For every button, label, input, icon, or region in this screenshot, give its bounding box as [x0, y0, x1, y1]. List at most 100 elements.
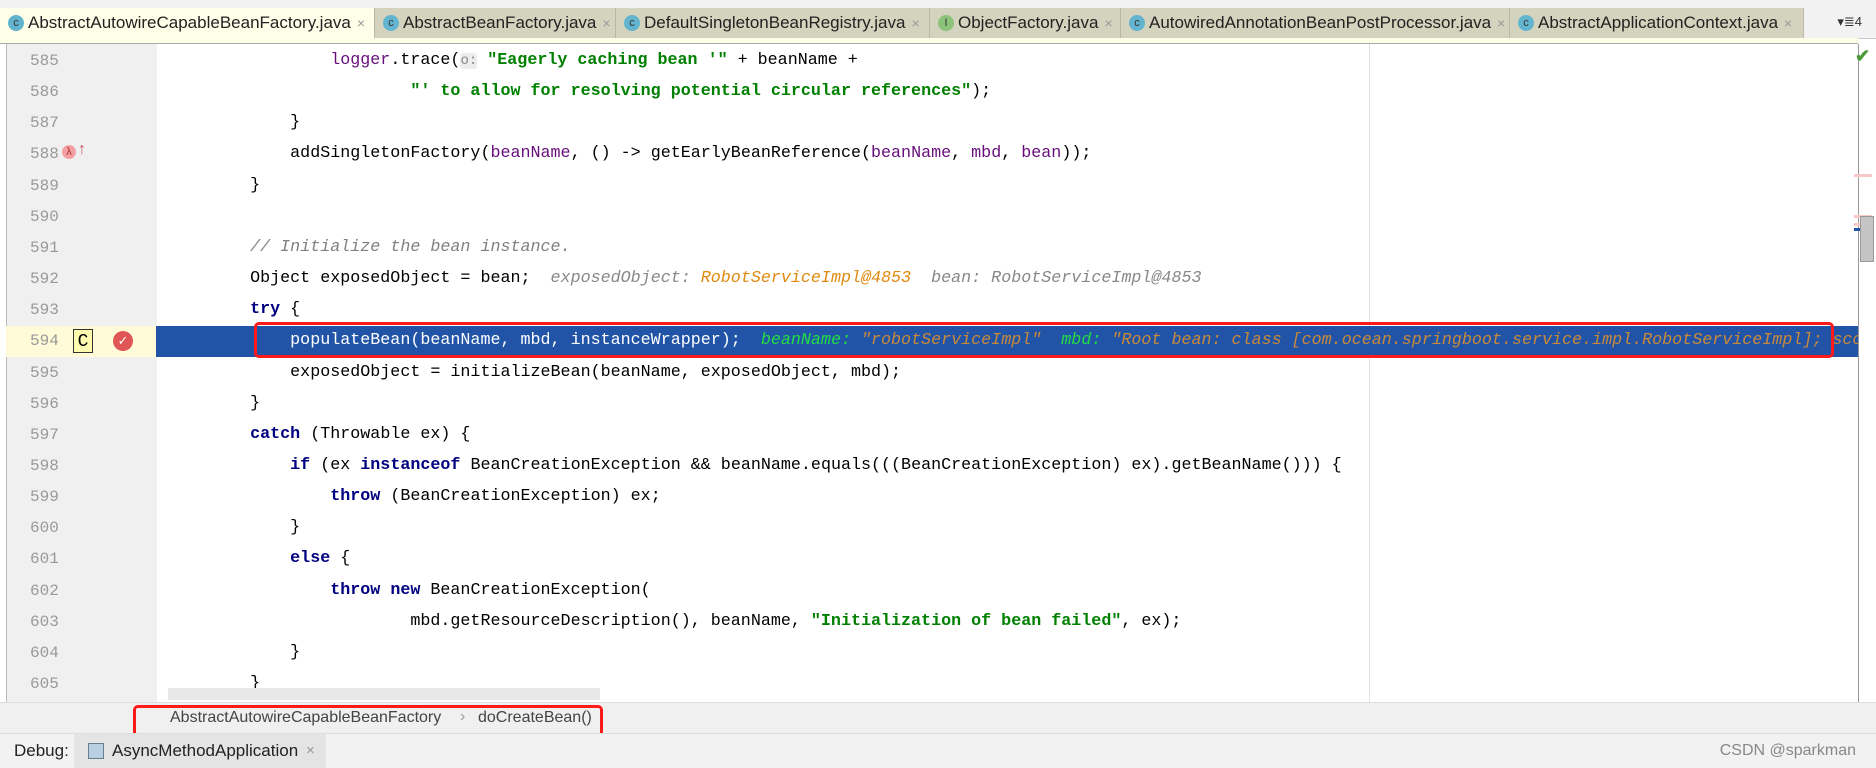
- close-icon[interactable]: ×: [1784, 15, 1792, 31]
- vertical-scrollbar[interactable]: [1858, 44, 1876, 702]
- code-editor[interactable]: 585 logger.trace(o: "Eagerly caching bea…: [0, 44, 1858, 702]
- tab-overflow-menu[interactable]: ▾≣4: [1837, 14, 1862, 30]
- code-text: else {: [170, 549, 350, 568]
- line-number[interactable]: 586: [30, 83, 59, 101]
- code-text: throw (BeanCreationException) ex;: [170, 487, 660, 506]
- lambda-icon[interactable]: λ: [62, 145, 76, 160]
- override-up-arrow-icon[interactable]: ↑: [78, 141, 86, 159]
- code-token: RobotServiceImpl@4853: [700, 269, 912, 289]
- debug-session-label: AsyncMethodApplication: [112, 741, 299, 760]
- class-marker-icon[interactable]: C: [73, 329, 93, 354]
- line-number[interactable]: 594: [30, 332, 59, 350]
- code-token: instanceof: [360, 455, 461, 475]
- code-line[interactable]: 599 throw (BeanCreationException) ex;: [0, 482, 1858, 513]
- code-line[interactable]: 595 exposedObject = initializeBean(beanN…: [0, 358, 1858, 389]
- code-text: // Initialize the bean instance.: [170, 238, 570, 257]
- close-icon[interactable]: ×: [1104, 15, 1112, 31]
- code-line[interactable]: 596 }: [0, 389, 1858, 420]
- close-icon[interactable]: ×: [911, 15, 919, 31]
- line-number[interactable]: 588: [30, 145, 59, 163]
- line-number[interactable]: 603: [30, 613, 59, 631]
- close-icon[interactable]: ×: [602, 15, 610, 31]
- code-line[interactable]: 600 }: [0, 513, 1858, 544]
- scrollbar-thumb[interactable]: [1860, 216, 1874, 262]
- code-text: logger.trace(o: "Eagerly caching bean '"…: [170, 51, 858, 70]
- line-number[interactable]: 601: [30, 550, 59, 568]
- tab-abstractapplicationcontext[interactable]: c AbstractApplicationContext.java ×: [1510, 8, 1804, 38]
- code-line[interactable]: 589 }: [0, 171, 1858, 202]
- code-line[interactable]: 604 }: [0, 638, 1858, 669]
- code-line[interactable]: 590: [0, 202, 1858, 233]
- code-token: "' to allow for resolving potential circ…: [410, 82, 972, 102]
- code-text: try {: [170, 300, 300, 319]
- code-line[interactable]: 591 // Initialize the bean instance.: [0, 233, 1858, 264]
- code-line[interactable]: 586 "' to allow for resolving potential …: [0, 77, 1858, 108]
- code-text: mbd.getResourceDescription(), beanName, …: [170, 612, 1181, 631]
- code-text: if (ex instanceof BeanCreationException …: [170, 456, 1342, 475]
- line-number[interactable]: 596: [30, 395, 59, 413]
- code-line[interactable]: 588 λ ↑ addSingletonFactory(beanName, () -…: [0, 139, 1858, 170]
- code-text: }: [170, 113, 300, 132]
- code-text: Object exposedObject = bean; exposedObje…: [170, 269, 1201, 288]
- tab-defaultsingletonbeanregistry[interactable]: c DefaultSingletonBeanRegistry.java ×: [616, 8, 930, 38]
- line-number[interactable]: 605: [30, 675, 59, 693]
- code-token: ,: [951, 144, 972, 164]
- tab-label: AbstractBeanFactory.java: [403, 13, 597, 32]
- line-number[interactable]: 593: [30, 301, 59, 319]
- close-icon[interactable]: ×: [357, 15, 365, 31]
- code-token: o:: [460, 53, 478, 69]
- line-number[interactable]: 592: [30, 270, 59, 288]
- line-number[interactable]: 587: [30, 114, 59, 132]
- application-window-icon: [88, 743, 104, 759]
- line-number[interactable]: 597: [30, 426, 59, 444]
- code-text: exposedObject = initializeBean(beanName,…: [170, 363, 901, 382]
- tab-label: AbstractAutowireCapableBeanFactory.java: [28, 13, 351, 32]
- code-line[interactable]: 598 if (ex instanceof BeanCreationExcept…: [0, 451, 1858, 482]
- inspection-ok-check-icon[interactable]: ✔: [1855, 46, 1870, 67]
- code-token: }: [170, 642, 301, 662]
- code-token: try: [250, 300, 281, 320]
- code-line[interactable]: 587 }: [0, 108, 1858, 139]
- tab-objectfactory[interactable]: I ObjectFactory.java ×: [930, 8, 1121, 38]
- line-number[interactable]: 600: [30, 519, 59, 537]
- debug-session-tab[interactable]: AsyncMethodApplication ×: [74, 734, 326, 768]
- class-icon: c: [1518, 15, 1534, 31]
- code-token: mbd: [971, 144, 1002, 164]
- code-token: .trace(: [390, 51, 461, 70]
- code-token: }: [170, 393, 261, 413]
- code-token: (ex: [310, 455, 361, 475]
- code-token: throw new: [330, 580, 421, 600]
- code-line[interactable]: 602 throw new BeanCreationException(: [0, 576, 1858, 607]
- close-icon[interactable]: ×: [306, 742, 315, 759]
- line-number[interactable]: 595: [30, 364, 59, 382]
- interface-icon: I: [938, 15, 954, 31]
- code-token: }: [170, 113, 301, 133]
- code-token: }: [170, 518, 301, 538]
- line-number[interactable]: 585: [30, 52, 59, 70]
- line-number[interactable]: 590: [30, 208, 59, 226]
- tab-label: DefaultSingletonBeanRegistry.java: [644, 13, 906, 32]
- line-number[interactable]: 591: [30, 239, 59, 257]
- code-line[interactable]: 597 catch (Throwable ex) {: [0, 420, 1858, 451]
- horizontal-scrollbar[interactable]: [168, 688, 600, 700]
- tab-abstractautowirecapablebeanfactory[interactable]: c AbstractAutowireCapableBeanFactory.java…: [0, 8, 375, 38]
- line-number[interactable]: 604: [30, 644, 59, 662]
- line-number[interactable]: 602: [30, 582, 59, 600]
- code-line[interactable]: 592 Object exposedObject = bean; exposed…: [0, 264, 1858, 295]
- code-token: if: [290, 455, 311, 475]
- line-number[interactable]: 598: [30, 457, 59, 475]
- error-stripe-mark[interactable]: [1854, 174, 1872, 177]
- line-number[interactable]: 589: [30, 177, 59, 195]
- line-number[interactable]: 599: [30, 488, 59, 506]
- code-line[interactable]: 603 mbd.getResourceDescription(), beanNa…: [0, 607, 1858, 638]
- code-line[interactable]: 601 else {: [0, 544, 1858, 575]
- close-icon[interactable]: ×: [1497, 15, 1505, 31]
- tab-autowiredannotationbeanpostprocessor[interactable]: c AutowiredAnnotationBeanPostProcessor.ja…: [1121, 8, 1510, 38]
- tab-abstractbeanfactory[interactable]: c AbstractBeanFactory.java ×: [375, 8, 616, 38]
- code-line[interactable]: 585 logger.trace(o: "Eagerly caching bea…: [0, 46, 1858, 77]
